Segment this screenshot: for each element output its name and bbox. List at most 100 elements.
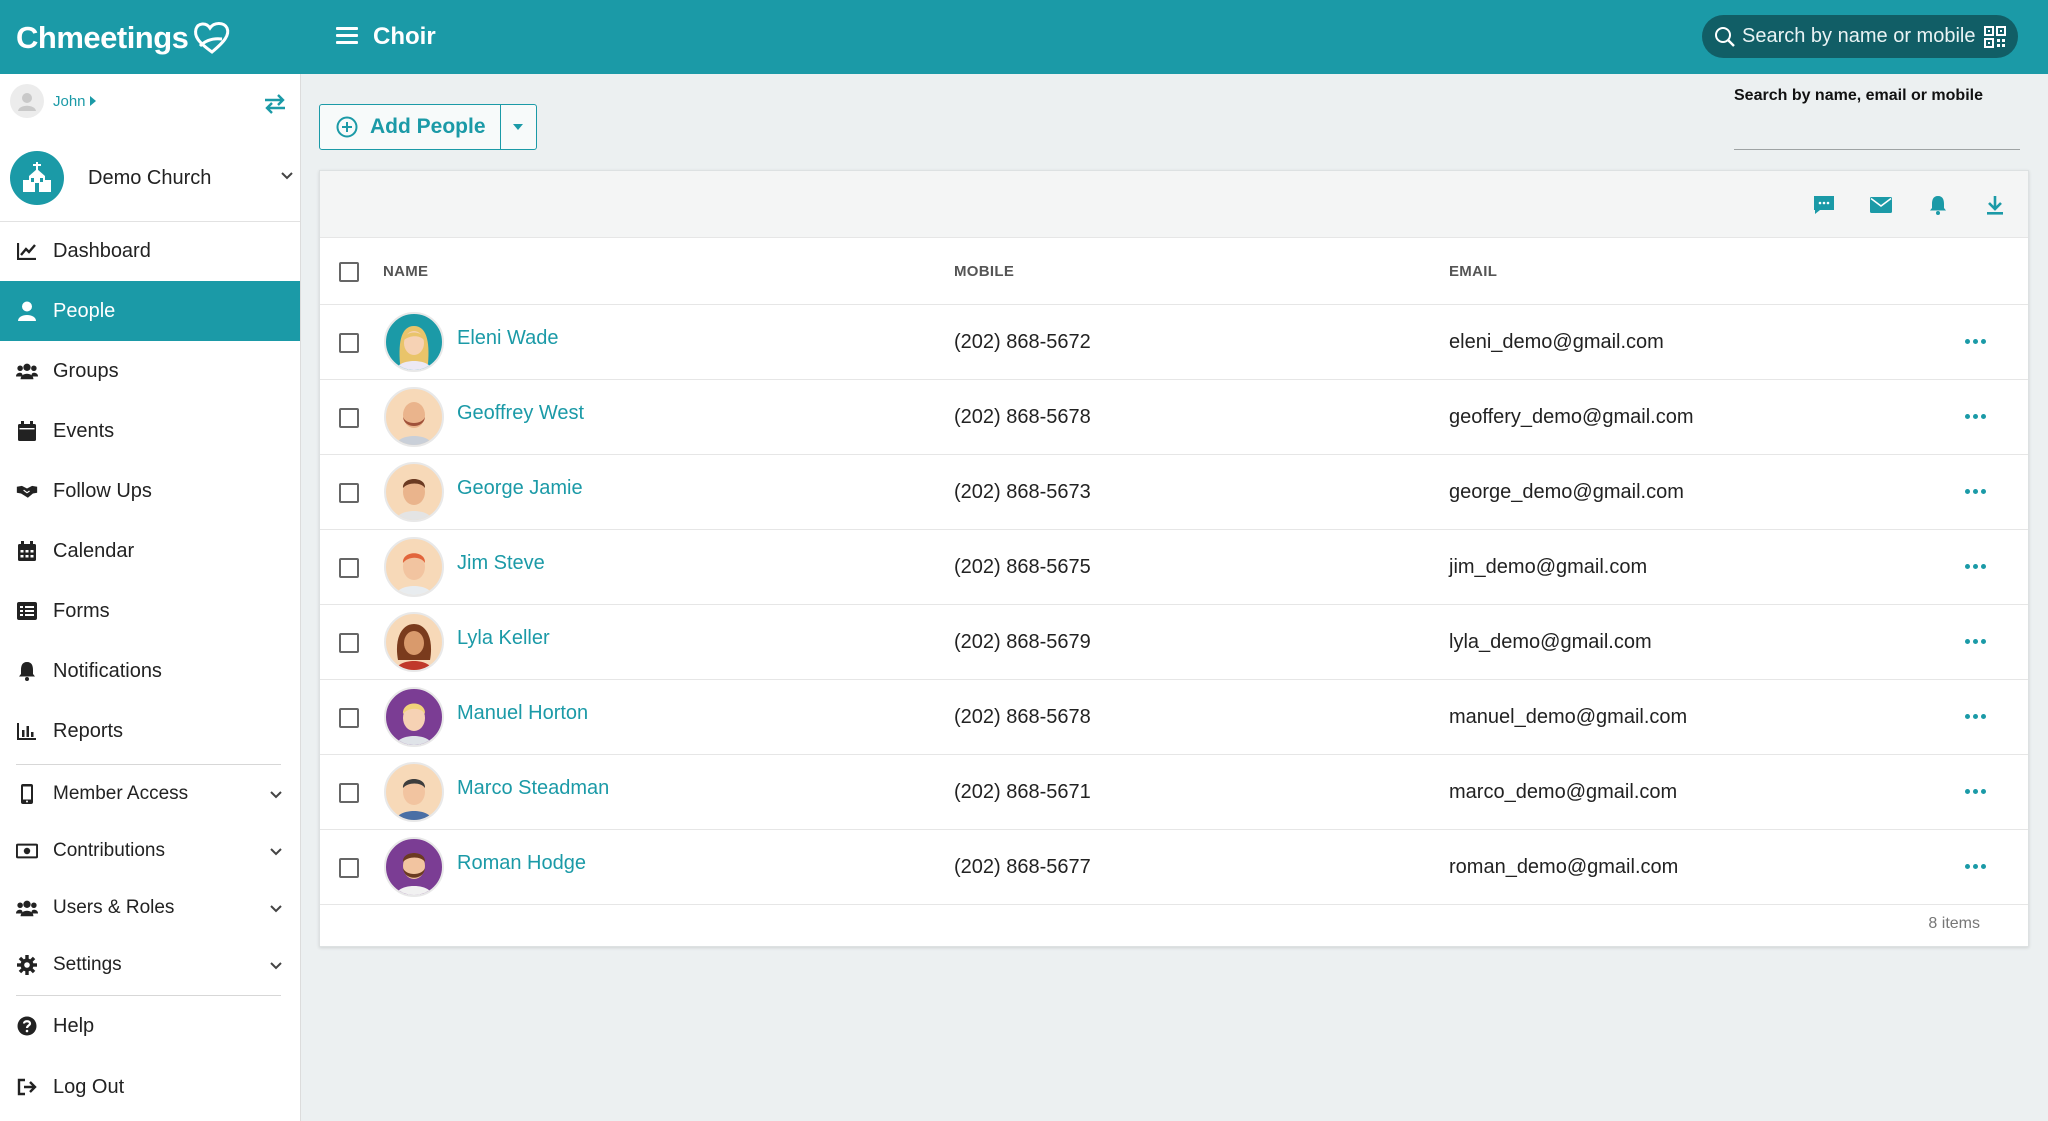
global-search-input[interactable] (1742, 25, 1978, 48)
add-people-button-group: Add People (319, 104, 537, 150)
sidebar-item-label: Calendar (53, 539, 135, 562)
question-icon (16, 1015, 38, 1037)
row-checkbox[interactable] (339, 483, 359, 503)
calendar-grid-icon (16, 540, 38, 562)
qr-code-icon[interactable] (1984, 25, 2006, 48)
person-name-link[interactable]: Manuel Horton (457, 702, 588, 725)
church-logo-icon (10, 151, 64, 205)
person-name-link[interactable]: Eleni Wade (457, 327, 559, 350)
add-people-label: Add People (370, 115, 486, 138)
person-name-link[interactable]: Geoffrey West (457, 402, 584, 425)
table-toolbar (320, 171, 2028, 238)
sidebar-item-log-out[interactable]: Log Out (0, 1057, 300, 1117)
chevron-down-icon (270, 791, 282, 799)
person-name-link[interactable]: Roman Hodge (457, 852, 586, 875)
download-icon[interactable] (1983, 193, 2007, 217)
person-email: eleni_demo@gmail.com (1449, 331, 1664, 353)
row-actions-icon[interactable] (1960, 404, 1990, 428)
sidebar-item-label: Users & Roles (53, 897, 175, 918)
column-header-name[interactable]: NAME (383, 238, 428, 305)
user-avatar-icon (10, 84, 44, 118)
sidebar-item-label: Log Out (53, 1075, 125, 1098)
sidebar-item-groups[interactable]: Groups (0, 341, 300, 401)
avatar (384, 312, 444, 372)
column-header-mobile[interactable]: MOBILE (954, 238, 1014, 305)
table-row: Roman Hodge (202) 868-5677 roman_demo@gm… (320, 830, 2028, 905)
sidebar-item-calendar[interactable]: Calendar (0, 521, 300, 581)
person-email: geoffery_demo@gmail.com (1449, 406, 1694, 428)
person-name-link[interactable]: George Jamie (457, 477, 583, 500)
row-checkbox[interactable] (339, 633, 359, 653)
person-name-link[interactable]: Jim Steve (457, 552, 545, 575)
row-actions-icon[interactable] (1960, 629, 1990, 653)
people-search-label: Search by name, email or mobile (1734, 87, 1983, 104)
handshake-icon (16, 480, 38, 502)
people-table-card: NAME MOBILE EMAIL Eleni Wade (202) 868-5… (319, 170, 2029, 947)
app-logo[interactable]: Chmeetings (16, 16, 232, 60)
money-icon (16, 840, 38, 862)
calendar-icon (16, 420, 38, 442)
sidebar-item-help[interactable]: Help (0, 996, 300, 1056)
person-email: lyla_demo@gmail.com (1449, 631, 1652, 653)
chart-line-icon (16, 240, 38, 262)
table-header: NAME MOBILE EMAIL (320, 238, 2028, 305)
avatar (384, 612, 444, 672)
users-group-icon (16, 897, 38, 919)
people-search-input[interactable] (1734, 114, 2020, 150)
row-checkbox[interactable] (339, 333, 359, 353)
search-icon (1715, 26, 1735, 47)
row-checkbox[interactable] (339, 558, 359, 578)
chevron-down-icon (270, 848, 282, 856)
sidebar-item-label: Events (53, 419, 115, 442)
row-checkbox[interactable] (339, 858, 359, 878)
person-name-link[interactable]: Marco Steadman (457, 777, 609, 800)
church-selector[interactable]: Demo Church (10, 150, 295, 206)
sidebar-separator (16, 764, 281, 765)
row-checkbox[interactable] (339, 708, 359, 728)
switch-account-icon[interactable] (262, 92, 288, 116)
sidebar-item-settings[interactable]: Settings (0, 937, 300, 993)
email-icon[interactable] (1869, 193, 1893, 217)
row-actions-icon[interactable] (1960, 704, 1990, 728)
sidebar-item-label: Member Access (53, 783, 189, 804)
church-name: Demo Church (88, 166, 212, 189)
sidebar-item-label: Groups (53, 359, 119, 382)
row-actions-icon[interactable] (1960, 779, 1990, 803)
gear-icon (16, 954, 38, 976)
sms-icon[interactable] (1812, 193, 1836, 217)
add-people-dropdown[interactable] (499, 105, 536, 149)
logo-text: Chmeetings (16, 20, 189, 55)
sidebar-item-follow-ups[interactable]: Follow Ups (0, 461, 300, 521)
sidebar-item-label: Reports (53, 719, 124, 742)
sidebar-item-dashboard[interactable]: Dashboard (0, 221, 300, 281)
row-checkbox[interactable] (339, 408, 359, 428)
sidebar-item-reports[interactable]: Reports (0, 701, 300, 761)
caret-down-icon (513, 124, 524, 130)
row-actions-icon[interactable] (1960, 329, 1990, 353)
row-checkbox[interactable] (339, 783, 359, 803)
select-all-checkbox[interactable] (339, 262, 359, 282)
person-email: jim_demo@gmail.com (1449, 556, 1648, 578)
sidebar-item-users-roles[interactable]: Users & Roles (0, 880, 300, 936)
person-mobile: (202) 868-5679 (954, 631, 1091, 653)
sidebar-item-contributions[interactable]: Contributions (0, 823, 300, 879)
menu-toggle-icon[interactable] (334, 24, 360, 48)
person-email: manuel_demo@gmail.com (1449, 706, 1688, 728)
row-actions-icon[interactable] (1960, 554, 1990, 578)
sidebar-item-events[interactable]: Events (0, 401, 300, 461)
sidebar-item-people[interactable]: People (0, 281, 300, 341)
current-user[interactable]: John (10, 84, 96, 118)
global-search[interactable] (1702, 15, 2018, 58)
row-actions-icon[interactable] (1960, 854, 1990, 878)
column-header-email[interactable]: EMAIL (1449, 238, 1497, 305)
sidebar-item-forms[interactable]: Forms (0, 581, 300, 641)
bell-icon[interactable] (1926, 193, 1950, 217)
table-row: Eleni Wade (202) 868-5672 eleni_demo@gma… (320, 305, 2028, 380)
items-count: 8 items (1928, 915, 1980, 932)
person-name-link[interactable]: Lyla Keller (457, 627, 550, 650)
row-actions-icon[interactable] (1960, 479, 1990, 503)
add-people-button[interactable]: Add People (320, 105, 500, 149)
sidebar-item-notifications[interactable]: Notifications (0, 641, 300, 701)
sidebar-item-member-access[interactable]: Member Access (0, 766, 300, 822)
table-row: Manuel Horton (202) 868-5678 manuel_demo… (320, 680, 2028, 755)
